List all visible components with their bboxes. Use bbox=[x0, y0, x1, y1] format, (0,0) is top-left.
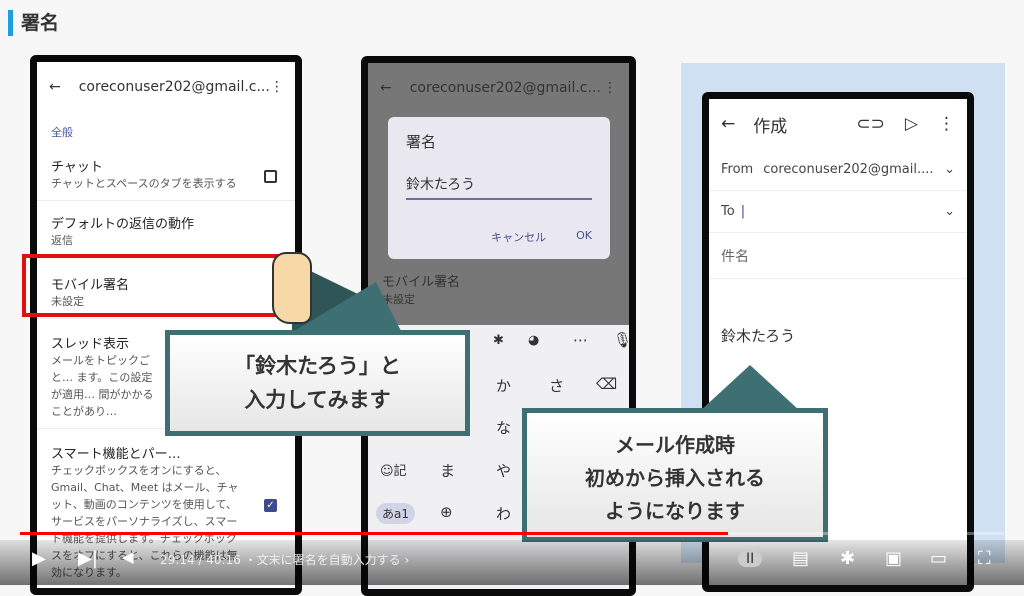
settings-gear-icon[interactable]: ✱ bbox=[840, 548, 855, 569]
setting-desc: チャットとスペースのタブを表示する bbox=[51, 177, 237, 190]
player-controls bbox=[0, 540, 1024, 585]
chevron-down-icon[interactable]: ⌄ bbox=[944, 162, 955, 177]
miniplayer-icon[interactable]: ▣ bbox=[885, 548, 902, 569]
more-icon[interactable]: ⋮ bbox=[270, 79, 284, 95]
settings-header: ← coreconuser202@gmail.c... ⋮ bbox=[37, 62, 295, 112]
emoji-key[interactable]: ☺記 bbox=[380, 460, 407, 479]
to-field[interactable]: To | ⌄ bbox=[709, 191, 967, 233]
back-arrow-icon[interactable]: ← bbox=[49, 79, 61, 95]
from-field[interactable]: From coreconuser202@gmail.... ⌄ bbox=[709, 149, 967, 191]
mic-icon[interactable]: 🎙 bbox=[613, 331, 629, 349]
callout-line: 「鈴木たろう」と bbox=[234, 354, 401, 378]
fullscreen-icon[interactable]: ⛶ bbox=[978, 548, 991, 569]
setting-desc: メールをトピックごと… ます。この設定が適用… 間がかかることがあり… bbox=[51, 354, 154, 418]
dialog-title: 署名 bbox=[406, 133, 437, 151]
key[interactable]: ま bbox=[440, 460, 455, 481]
callout-line: 入力してみます bbox=[244, 388, 391, 412]
setting-title: デフォルトの返信の動作 bbox=[51, 217, 195, 232]
theater-icon[interactable]: ▭ bbox=[930, 548, 947, 569]
setting-thread[interactable]: スレッド表示メールをトピックごと… ます。この設定が適用… 間がかかることがあり… bbox=[37, 319, 177, 428]
progress-bar[interactable] bbox=[20, 532, 1004, 535]
chapter-title[interactable]: ・文末に署名を自動入力する › bbox=[245, 553, 410, 567]
setting-title: スレッド表示 bbox=[51, 337, 130, 352]
subtitles-icon[interactable]: ▤ bbox=[792, 548, 809, 569]
attach-icon[interactable]: ⊂⊃ bbox=[856, 114, 885, 134]
ok-button[interactable]: OK bbox=[576, 229, 592, 245]
compose-title: 作成 bbox=[753, 116, 788, 137]
subject-field[interactable]: 件名 bbox=[709, 233, 967, 279]
from-value: coreconuser202@gmail.... bbox=[763, 162, 934, 177]
signature-dialog: 署名 鈴木たろう キャンセル OK bbox=[388, 117, 610, 259]
account-email: coreconuser202@gmail.c... bbox=[409, 80, 601, 96]
highlight-frame bbox=[22, 254, 298, 317]
signature-input[interactable]: 鈴木たろう bbox=[406, 174, 592, 200]
text-cursor: | bbox=[740, 204, 746, 219]
more-icon[interactable]: ⋯ bbox=[573, 331, 588, 349]
setting-desc: 返信 bbox=[51, 234, 73, 247]
settings-gear-icon[interactable]: ✱ bbox=[493, 333, 504, 348]
next-icon[interactable]: ▶| bbox=[78, 548, 98, 569]
input-mode-key[interactable]: あa1 bbox=[376, 503, 415, 524]
setting-title: チャット bbox=[51, 160, 103, 175]
autoplay-toggle[interactable]: II bbox=[738, 551, 763, 567]
callout-line: 初めから挿入される bbox=[585, 466, 765, 490]
backspace-icon[interactable]: ⌫ bbox=[596, 375, 617, 393]
callout-result: メール作成時初めから挿入される ようになります bbox=[522, 408, 828, 542]
phone-settings: ← coreconuser202@gmail.c... ⋮ 全般 チャットチャットと… bbox=[30, 55, 302, 595]
checkbox-checked[interactable]: ✓ bbox=[264, 499, 277, 512]
setting-title: スマート機能とパー… bbox=[51, 447, 181, 462]
time-display: 29:14 / 40:16 ・文末に署名を自動入力する › bbox=[160, 551, 409, 568]
section-label: 全般 bbox=[51, 126, 73, 139]
key[interactable]: さ bbox=[549, 375, 564, 396]
back-arrow-icon[interactable]: ← bbox=[721, 114, 735, 134]
setting-chat[interactable]: チャットチャットとスペースのタブを表示する bbox=[37, 148, 295, 201]
chevron-down-icon[interactable]: ⌄ bbox=[944, 204, 955, 219]
callout-enter-name: 「鈴木たろう」と 入力してみます bbox=[165, 330, 470, 436]
more-icon: ⋮ bbox=[603, 80, 617, 96]
send-icon[interactable]: ▷ bbox=[905, 114, 918, 134]
globe-icon[interactable]: ⊕ bbox=[440, 503, 453, 521]
callout-line: メール作成時 bbox=[615, 433, 735, 457]
from-label: From bbox=[721, 162, 754, 177]
key[interactable]: な bbox=[496, 417, 511, 438]
slide-title: 署名 bbox=[8, 10, 59, 36]
time: 29:14 / 40:16 bbox=[160, 553, 241, 567]
callout-line: ようになります bbox=[605, 499, 745, 523]
palette-icon[interactable]: ◕ bbox=[528, 333, 539, 348]
callout2-pointer bbox=[700, 365, 800, 411]
play-icon[interactable]: ▶ bbox=[32, 548, 46, 569]
progress-fill bbox=[20, 532, 729, 535]
back-arrow-icon: ← bbox=[380, 80, 392, 96]
key[interactable]: か bbox=[496, 375, 511, 396]
more-icon[interactable]: ⋮ bbox=[938, 114, 955, 134]
cancel-button[interactable]: キャンセル bbox=[491, 229, 546, 245]
setting-reply[interactable]: デフォルトの返信の動作 返信 bbox=[37, 201, 295, 258]
checkbox[interactable] bbox=[264, 170, 277, 183]
volume-icon[interactable]: ◀ bbox=[122, 548, 134, 566]
account-email: coreconuser202@gmail.c... bbox=[78, 79, 270, 95]
key[interactable]: わ bbox=[496, 503, 511, 524]
key[interactable]: や bbox=[496, 460, 511, 481]
to-label: To bbox=[721, 204, 735, 219]
